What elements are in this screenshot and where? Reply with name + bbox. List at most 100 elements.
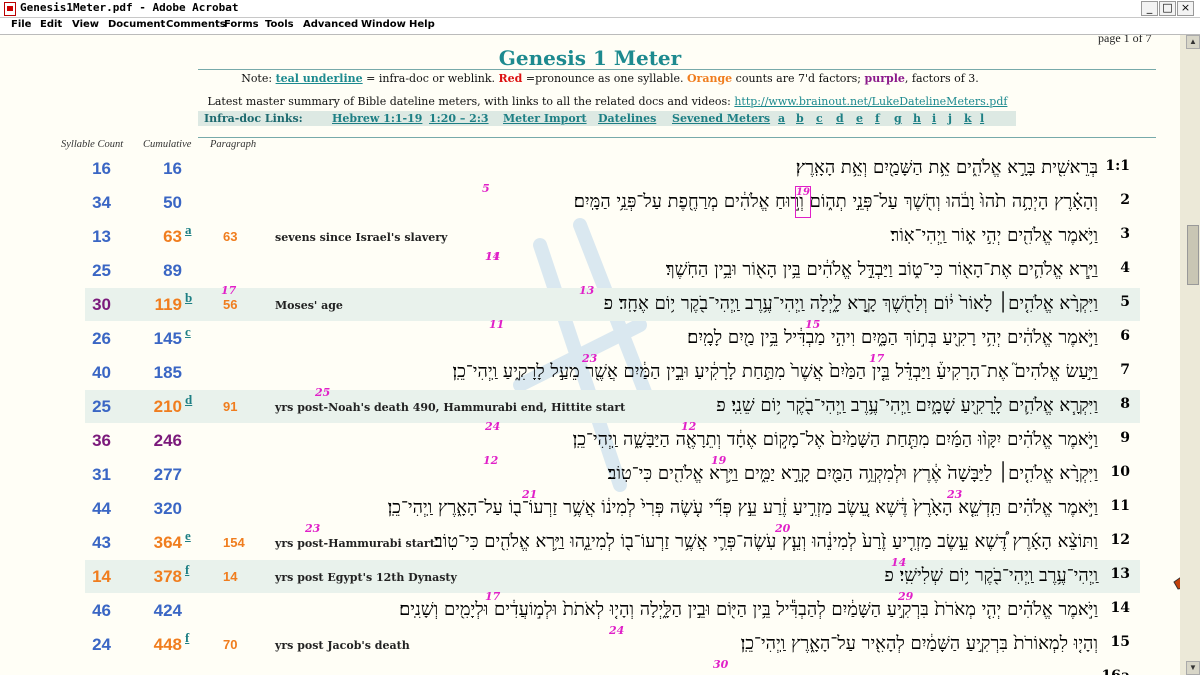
cumulative-count: 424 [153, 601, 182, 620]
menu-view[interactable]: View [72, 19, 99, 30]
syllable-marker: 19 [711, 454, 727, 467]
syllable-count: 43 [92, 533, 111, 552]
paragraph-link[interactable]: b [185, 290, 192, 306]
col-cumulative: Cumulative [143, 139, 192, 150]
verse-number: 16a [1101, 668, 1130, 675]
syllable-marker: 23 [947, 488, 963, 501]
menu-window[interactable]: Window [361, 19, 406, 30]
link-hebrew[interactable]: Hebrew 1:1-19 [332, 112, 422, 125]
hebrew-verse: וְהָי֤וּ לִמְאוֹרֹת֙ בִּרְקִ֣יעַ הַשָּׁמ… [740, 633, 1098, 654]
paragraph-link[interactable]: f [185, 562, 189, 578]
verse-number: 9 [1120, 430, 1130, 446]
menu-file[interactable]: File [11, 19, 31, 30]
link-i[interactable]: i [932, 112, 936, 125]
scroll-up-icon[interactable]: ▲ [1186, 35, 1200, 49]
table-row: 46 424 14 וַיֹּ֣אמֶר אֱלֹהִ֗ים יְהִ֤י מְאֹר… [85, 590, 1140, 627]
link-meter-import[interactable]: Meter Import [503, 112, 587, 125]
paragraph-link[interactable]: e [185, 528, 191, 544]
title-bar: Genesis1Meter.pdf - Adobe Acrobat _ □ × [0, 0, 1200, 18]
vertical-scrollbar[interactable]: ▲ ▼ [1186, 35, 1200, 675]
latest-summary: Latest master summary of Bible dateline … [0, 95, 1180, 108]
syllable-marker: 5 [482, 182, 490, 195]
latest-text: Latest master summary of Bible dateline … [207, 95, 735, 108]
table-row: 34 50 2 וְהָאָ֗רֶץ הָיְתָ֥ה תֹ֙הוּ֙ וָבֹ֔הו… [85, 182, 1140, 219]
cumulative-count: 277 [153, 465, 182, 484]
hebrew-verse: וַיַּ֧רְא אֱלֹהִ֛ים אֶת־הָא֖וֹר כִּי־ט֑ו… [665, 259, 1098, 280]
pointer-cursor-icon [1173, 577, 1180, 590]
close-button[interactable]: × [1177, 1, 1194, 16]
link-l[interactable]: l [980, 112, 984, 125]
note-t3: counts are 7'd factors; [732, 72, 865, 85]
minimize-button[interactable]: _ [1141, 1, 1158, 16]
verse-number: 3 [1120, 226, 1130, 242]
note-line: Note: teal underline = infra-doc or webl… [0, 72, 1180, 85]
link-k[interactable]: k [964, 112, 972, 125]
paragraph-link[interactable]: a [185, 222, 192, 238]
hebrew-verse: וַיִּקְרָ֨א אֱלֹהִ֤ים׀ לַיַּבָּשָׁה֙ אֶ֔… [607, 463, 1098, 484]
syllable-marker: 29 [898, 590, 914, 603]
syllable-count: 25 [92, 261, 111, 280]
menu-help[interactable]: Help [409, 19, 435, 30]
menu-tools[interactable]: Tools [265, 19, 294, 30]
cumulative-count: 246 [153, 431, 182, 450]
cumulative-count: 63 [163, 227, 182, 246]
cumulative-count: 119 [154, 295, 182, 314]
table-row: 16a 30 [85, 658, 1140, 675]
verse-number: 5 [1120, 294, 1130, 310]
syllable-marker: 23 [305, 522, 321, 535]
scroll-down-icon[interactable]: ▼ [1186, 661, 1200, 675]
menu-advanced[interactable]: Advanced [303, 19, 358, 30]
verse-number: 6 [1120, 328, 1130, 344]
link-1-20[interactable]: 1:20 – 2:3 [429, 112, 489, 125]
syllable-count: 26 [92, 329, 111, 348]
link-g[interactable]: g [894, 112, 902, 125]
syllable-marker: 30 [713, 658, 729, 671]
syllable-marker: 11 [489, 318, 505, 331]
scroll-thumb[interactable] [1187, 225, 1199, 285]
note-t4: , factors of 3. [904, 72, 979, 85]
link-sevened-meters[interactable]: Sevened Meters [672, 112, 770, 125]
maximize-button[interactable]: □ [1159, 1, 1176, 16]
cumulative-count: 89 [163, 261, 182, 280]
verse-number: 15 [1110, 634, 1130, 650]
link-d[interactable]: d [836, 112, 844, 125]
cumulative-count: 185 [153, 363, 182, 382]
paragraph-link[interactable]: c [185, 324, 191, 340]
paragraph-value: 91 [223, 399, 238, 414]
row-comment: yrs post Jacob's death [275, 639, 410, 652]
paragraph-value: 154 [223, 535, 245, 550]
table-row: 31 277 10 וַיִּקְרָ֨א אֱלֹהִ֤ים׀ לַיַּבָּשָ… [85, 454, 1140, 491]
link-j[interactable]: j [948, 112, 952, 125]
syllable-count: 13 [92, 227, 111, 246]
menu-comments[interactable]: Comments [166, 19, 226, 30]
table-row: 43 364 e 154 yrs post-Hammurabi start 12 וַתּו… [85, 522, 1140, 559]
syllable-count: 24 [92, 635, 111, 654]
table-row: 44 320 11 וַיֹּ֣אמֶר אֱלֹהִ֗ים תַּֽדְשֵׁ֤א … [85, 488, 1140, 525]
link-c[interactable]: c [816, 112, 823, 125]
link-f[interactable]: f [875, 112, 880, 125]
link-e[interactable]: e [856, 112, 863, 125]
menu-forms[interactable]: Forms [224, 19, 259, 30]
menu-document[interactable]: Document [108, 19, 165, 30]
note-purple: purple [864, 72, 905, 85]
hebrew-verse: וַיֹּ֣אמֶר אֱלֹהִ֔ים יְהִ֥י רָקִ֖יעַ בְּ… [687, 327, 1098, 348]
syllable-marker: 21 [522, 488, 538, 501]
latest-url-link[interactable]: http://www.brainout.net/LukeDatelineMete… [734, 95, 1007, 108]
link-h[interactable]: h [913, 112, 921, 125]
syllable-marker: 12 [681, 420, 697, 433]
paragraph-value: 70 [223, 637, 238, 652]
hebrew-verse: וְהָאָ֗רֶץ הָיְתָ֥ה תֹ֙הוּ֙ וָבֹ֔הוּ וְח… [573, 191, 1098, 212]
document-page[interactable]: page 1 of 7 Genesis 1 Meter Note: teal u… [0, 35, 1180, 675]
col-syllable-count: Syllable Count [61, 139, 124, 150]
verse-number: 8 [1120, 396, 1130, 412]
menu-edit[interactable]: Edit [40, 19, 62, 30]
syllable-marker: 14 [891, 556, 907, 569]
paragraph-link[interactable]: f [185, 630, 189, 646]
cumulative-count: 320 [153, 499, 182, 518]
links-rule [198, 137, 1156, 138]
link-a[interactable]: a [778, 112, 785, 125]
paragraph-link[interactable]: d [185, 392, 192, 408]
link-datelines[interactable]: Datelines [598, 112, 656, 125]
link-b[interactable]: b [796, 112, 804, 125]
cumulative-count: 448 [153, 635, 182, 654]
